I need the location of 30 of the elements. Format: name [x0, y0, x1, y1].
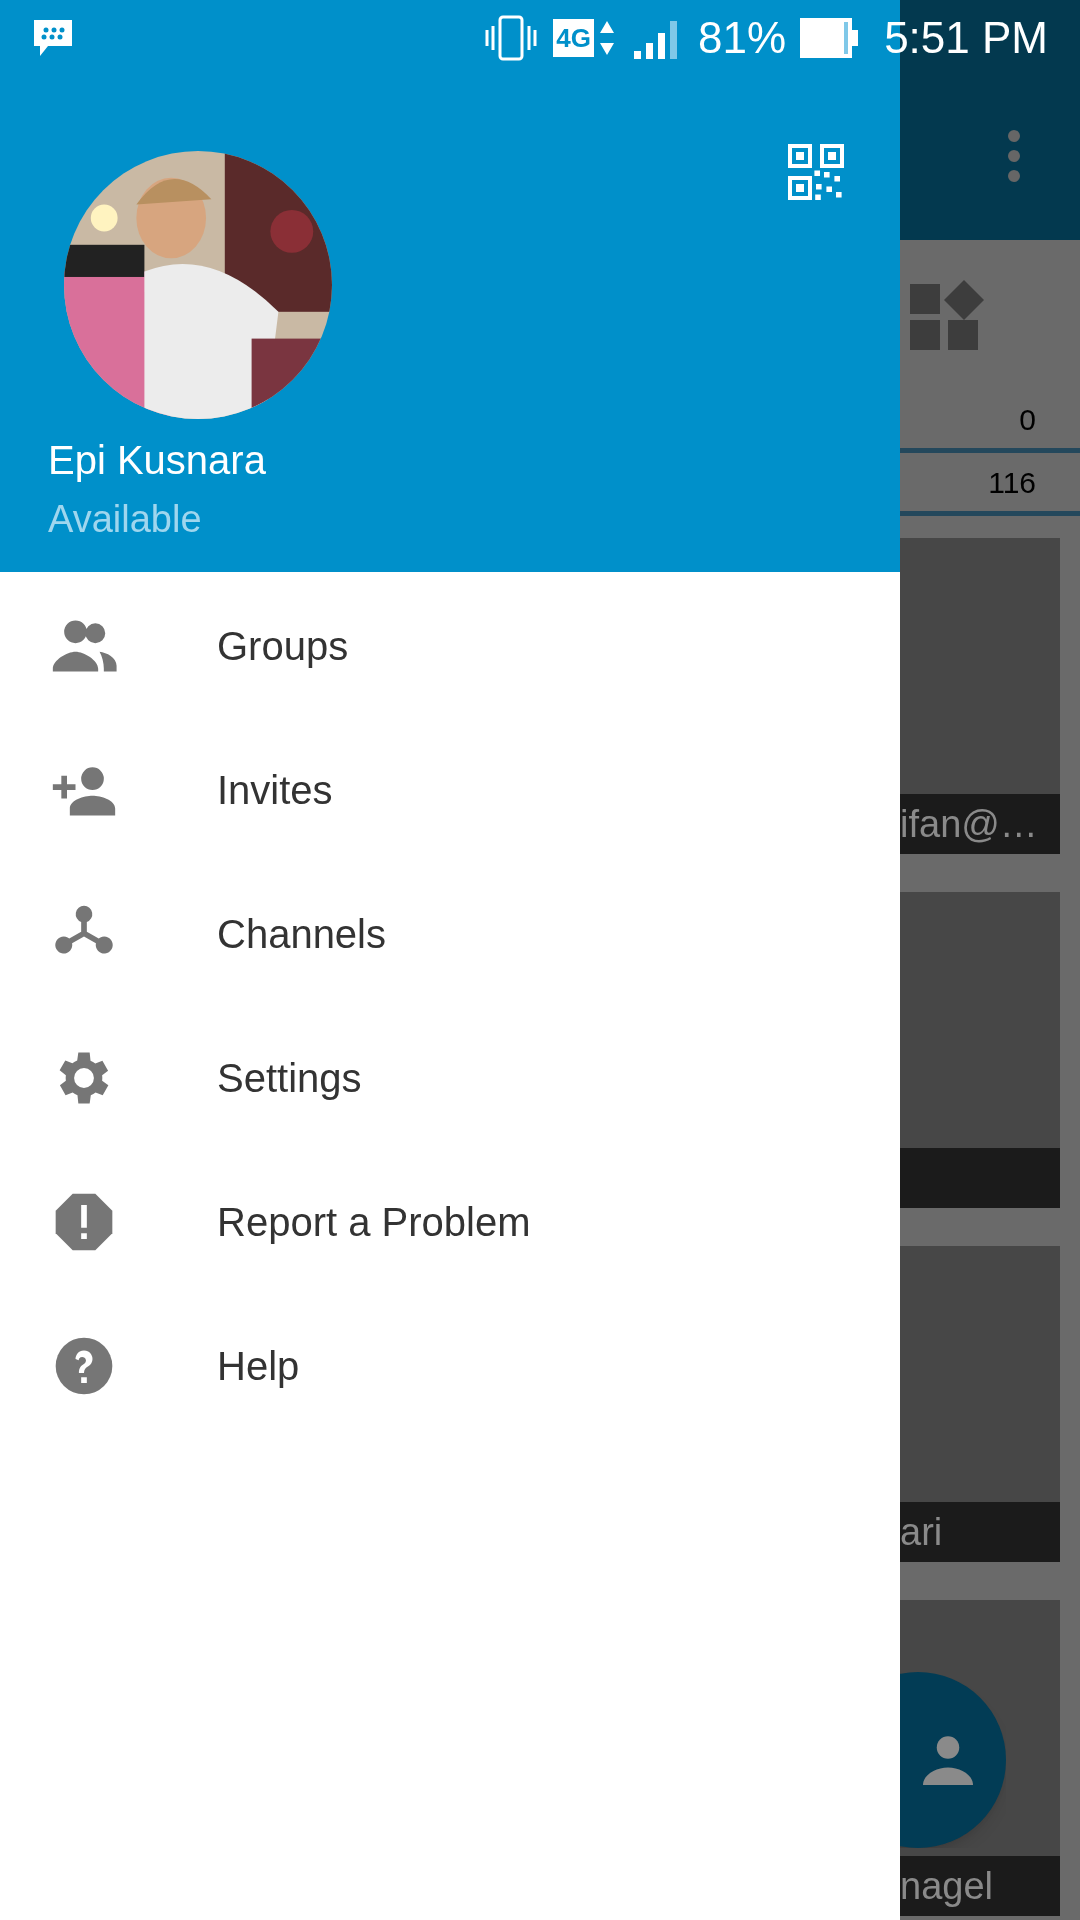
menu-label: Groups [217, 623, 349, 670]
menu-item[interactable]: Channels [0, 862, 900, 1006]
count-label: 116 [988, 464, 1036, 501]
profile-status: Available [48, 500, 202, 538]
menu-label: Help [217, 1343, 300, 1390]
network-badge: 4G [553, 18, 595, 57]
contact-name: nagel [900, 1864, 993, 1908]
contact-name: ifan@… [900, 802, 1038, 846]
menu-label: Report a Problem [217, 1199, 531, 1246]
menu-item[interactable]: Settings [0, 1006, 900, 1150]
menu-label: Settings [217, 1055, 362, 1102]
menu-item[interactable]: Invites [0, 718, 900, 862]
message-icon [32, 17, 74, 58]
menu-item[interactable]: Report a Problem [0, 1150, 900, 1294]
menu-label: Channels [217, 911, 386, 958]
qr-code-icon[interactable] [788, 144, 844, 200]
apps-icon[interactable] [910, 280, 986, 350]
contact-tile[interactable]: ifan@… [900, 538, 1060, 854]
battery-percent: 81% [698, 15, 787, 60]
battery-icon [800, 15, 861, 60]
profile-name: Epi Kusnara [48, 440, 266, 480]
contact-tile[interactable] [900, 892, 1060, 1208]
menu-item[interactable]: Help [0, 1294, 900, 1438]
menu-item[interactable]: Groups [0, 574, 900, 718]
menu-label: Invites [217, 767, 333, 814]
vibrate-icon [483, 13, 540, 62]
contact-tile[interactable]: ari [900, 1246, 1060, 1562]
contact-name: ari [900, 1510, 943, 1554]
count-label: 0 [1019, 401, 1036, 438]
clock: 5:51 PM [884, 15, 1048, 60]
